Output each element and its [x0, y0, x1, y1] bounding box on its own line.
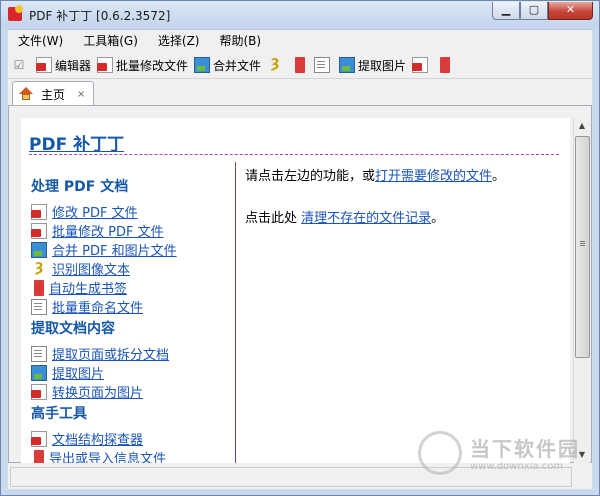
ocr-icon: Ȝ	[34, 260, 44, 276]
home-icon	[19, 87, 33, 101]
link-structure-explorer[interactable]: 文档结构探查器	[31, 429, 231, 448]
link-export-import-info[interactable]: 导出或导入信息文件	[31, 448, 231, 463]
menu-bar: 文件(W) 工具箱(G) 选择(Z) 帮助(B)	[8, 29, 592, 52]
link-ocr[interactable]: Ȝ 识别图像文本	[31, 259, 231, 279]
link-extract-images[interactable]: 提取图片	[31, 363, 231, 382]
batch-edit-label: 批量修改文件	[116, 58, 189, 73]
pdf-batch-icon	[97, 57, 114, 73]
export-import-icon	[34, 449, 44, 463]
checklist-icon: ☑	[13, 58, 25, 72]
link-convert-to-image[interactable]: 转换页面为图片	[31, 382, 231, 401]
pdf-edit-icon	[36, 57, 52, 73]
ocr-icon: Ȝ	[270, 57, 280, 72]
menu-toolbox[interactable]: 工具箱(G)	[73, 30, 148, 52]
title-divider	[29, 154, 559, 155]
window-title: PDF 补丁丁 [0.6.2.3572]	[29, 9, 171, 23]
caption-buttons: ▁ ▢ ✕	[492, 2, 593, 20]
rename-button[interactable]	[311, 53, 336, 77]
open-file-link[interactable]: 打开需要修改的文件	[375, 169, 492, 184]
clean-history-line: 点击此处 清理不存在的文件记录。	[245, 211, 445, 226]
vertical-scrollbar[interactable]: ▲ ▼	[573, 118, 590, 463]
column-divider	[235, 162, 236, 463]
clean-history-link[interactable]: 清理不存在的文件记录	[301, 211, 431, 226]
menu-select[interactable]: 选择(Z)	[148, 30, 210, 52]
scroll-up-arrow-icon[interactable]: ▲	[574, 118, 590, 134]
ocr-button[interactable]: Ȝ	[264, 53, 289, 77]
extract-images-icon	[31, 364, 47, 381]
app-logo-icon	[8, 5, 23, 21]
scrollbar-thumb[interactable]	[575, 136, 590, 358]
watermark: 当下软件园 www.downxia.com	[418, 431, 588, 481]
tab-home-label: 主页	[41, 87, 66, 102]
extract-pages-icon	[31, 345, 47, 362]
explorer-button[interactable]	[434, 53, 456, 77]
app-window: PDF 补丁丁 [0.6.2.3572] ▁ ▢ ✕ 文件(W) 工具箱(G) …	[0, 0, 600, 496]
function-list: 处理 PDF 文档 修改 PDF 文件 批量修改 PDF 文件 合并 PDF 和…	[31, 174, 231, 463]
grip-icon	[580, 241, 585, 242]
convert-image-icon	[31, 383, 47, 400]
tab-home[interactable]: 主页 ×	[12, 81, 94, 106]
page-title[interactable]: PDF 补丁丁	[29, 130, 124, 155]
convert-to-image-button[interactable]	[409, 53, 434, 77]
merge-icon	[31, 241, 47, 258]
rename-icon	[31, 298, 47, 315]
tab-close-icon[interactable]: ×	[77, 89, 85, 100]
bookmark-icon	[295, 57, 306, 73]
title-bar: PDF 补丁丁 [0.6.2.3572] ▁ ▢ ✕	[1, 1, 599, 27]
merge-icon	[194, 57, 211, 73]
pdf-batch-icon	[31, 222, 47, 239]
open-file-line: 请点击左边的功能，或打开需要修改的文件。	[245, 169, 506, 184]
editor-button[interactable]: 编辑器	[33, 53, 94, 77]
extract-images-button[interactable]: 提取图片	[336, 53, 409, 77]
rename-icon	[314, 57, 331, 73]
explorer-icon	[31, 430, 47, 447]
link-batch-modify[interactable]: 批量修改 PDF 文件	[31, 221, 231, 240]
menu-help[interactable]: 帮助(B)	[210, 30, 272, 52]
section-heading-process: 处理 PDF 文档	[31, 179, 129, 195]
watermark-logo-icon	[418, 431, 462, 475]
checklist-button[interactable]: ☑	[8, 53, 33, 77]
section-heading-extract: 提取文档内容	[31, 321, 115, 337]
bookmark-button[interactable]	[289, 53, 311, 77]
merge-button[interactable]: 合并文件	[191, 53, 264, 77]
link-modify-pdf[interactable]: 修改 PDF 文件	[31, 202, 231, 221]
content-frame: PDF 补丁丁 处理 PDF 文档 修改 PDF 文件 批量修改 PDF 文件 …	[8, 105, 592, 463]
tab-strip: 主页 ×	[8, 79, 592, 106]
extract-images-icon	[339, 57, 356, 73]
bookmark-icon	[34, 279, 44, 296]
maximize-button[interactable]: ▢	[520, 2, 548, 20]
watermark-url: www.downxia.com	[470, 461, 564, 472]
watermark-name: 当下软件园	[470, 437, 580, 461]
pdf-edit-icon	[31, 203, 47, 220]
convert-image-icon	[412, 57, 429, 73]
link-batch-rename[interactable]: 批量重命名文件	[31, 297, 231, 316]
merge-label: 合并文件	[213, 58, 262, 73]
instructions-panel: 请点击左边的功能，或打开需要修改的文件。 点击此处 清理不存在的文件记录。	[245, 167, 565, 229]
home-page: PDF 补丁丁 处理 PDF 文档 修改 PDF 文件 批量修改 PDF 文件 …	[21, 118, 570, 463]
link-extract-pages[interactable]: 提取页面或拆分文档	[31, 344, 231, 363]
minimize-button[interactable]: ▁	[492, 2, 520, 20]
menu-file[interactable]: 文件(W)	[8, 30, 73, 52]
editor-label: 编辑器	[55, 58, 92, 73]
extract-images-label: 提取图片	[358, 58, 407, 73]
link-merge[interactable]: 合并 PDF 和图片文件	[31, 240, 231, 259]
close-button[interactable]: ✕	[548, 2, 593, 20]
section-heading-advanced: 高手工具	[31, 406, 87, 422]
batch-edit-button[interactable]: 批量修改文件	[94, 53, 191, 77]
explorer-icon	[440, 57, 451, 73]
toolbar: ☑ 编辑器 批量修改文件 合并文件 Ȝ 提取图片	[8, 52, 592, 79]
link-auto-bookmark[interactable]: 自动生成书签	[31, 278, 231, 297]
